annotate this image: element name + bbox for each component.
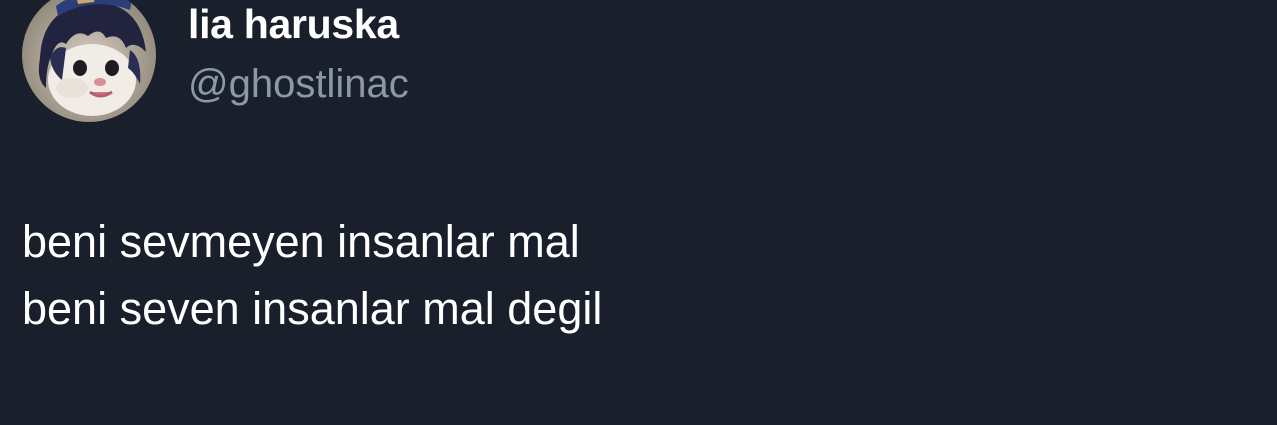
tweet-text-line: beni seven insanlar mal degil xyxy=(22,283,603,334)
author-handle[interactable]: @ghostlinac xyxy=(188,60,409,108)
tweet-text: beni sevmeyen insanlar mal beni seven in… xyxy=(22,208,602,342)
profile-avatar[interactable] xyxy=(22,0,156,122)
cat-avatar-icon xyxy=(22,0,156,122)
tweet-card: lia haruska @ghostlinac beni sevmeyen in… xyxy=(0,0,1277,425)
tweet-text-line: beni sevmeyen insanlar mal xyxy=(22,216,580,267)
author-display-name[interactable]: lia haruska xyxy=(188,0,399,48)
